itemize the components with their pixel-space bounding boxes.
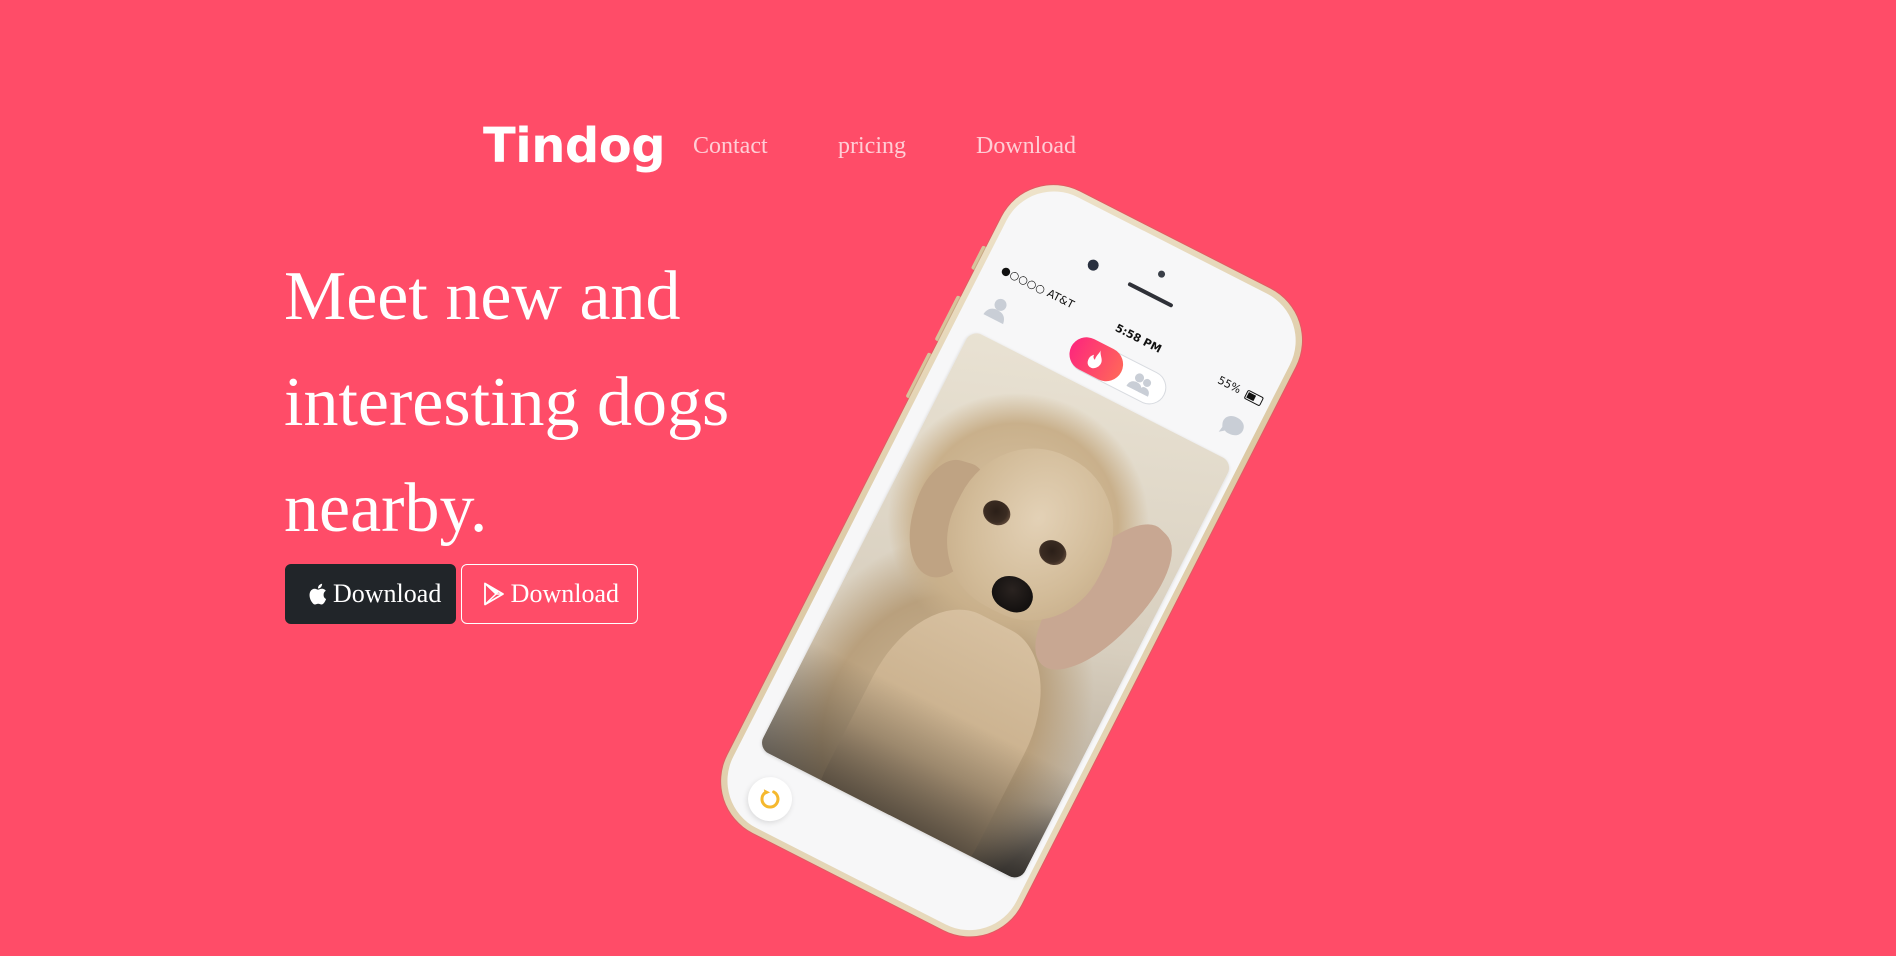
apple-icon: [306, 581, 328, 607]
nav-link-download[interactable]: Download: [976, 130, 1076, 162]
apple-download-button[interactable]: Download: [285, 564, 456, 624]
phone-sensor: [1156, 269, 1167, 279]
rewind-icon: [740, 769, 800, 829]
nav-link-contact[interactable]: Contact: [693, 130, 768, 162]
phone-camera: [1085, 257, 1101, 273]
phone-speaker: [1127, 281, 1174, 308]
google-play-icon: [482, 581, 506, 607]
google-play-download-button[interactable]: Download: [461, 564, 638, 624]
hero-title: Meet new and interesting dogs nearby.: [284, 258, 730, 547]
status-battery-percent: 55%: [1215, 373, 1244, 397]
google-play-download-label: Download: [510, 579, 619, 608]
chat-icon: [1218, 415, 1244, 436]
apple-download-label: Download: [333, 579, 442, 608]
battery-icon: [1243, 389, 1265, 407]
nav-link-pricing[interactable]: pricing: [838, 130, 906, 162]
group-icon: [1126, 373, 1152, 397]
profile-icon: [983, 298, 1007, 325]
brand-logo[interactable]: Tindog: [483, 116, 666, 176]
